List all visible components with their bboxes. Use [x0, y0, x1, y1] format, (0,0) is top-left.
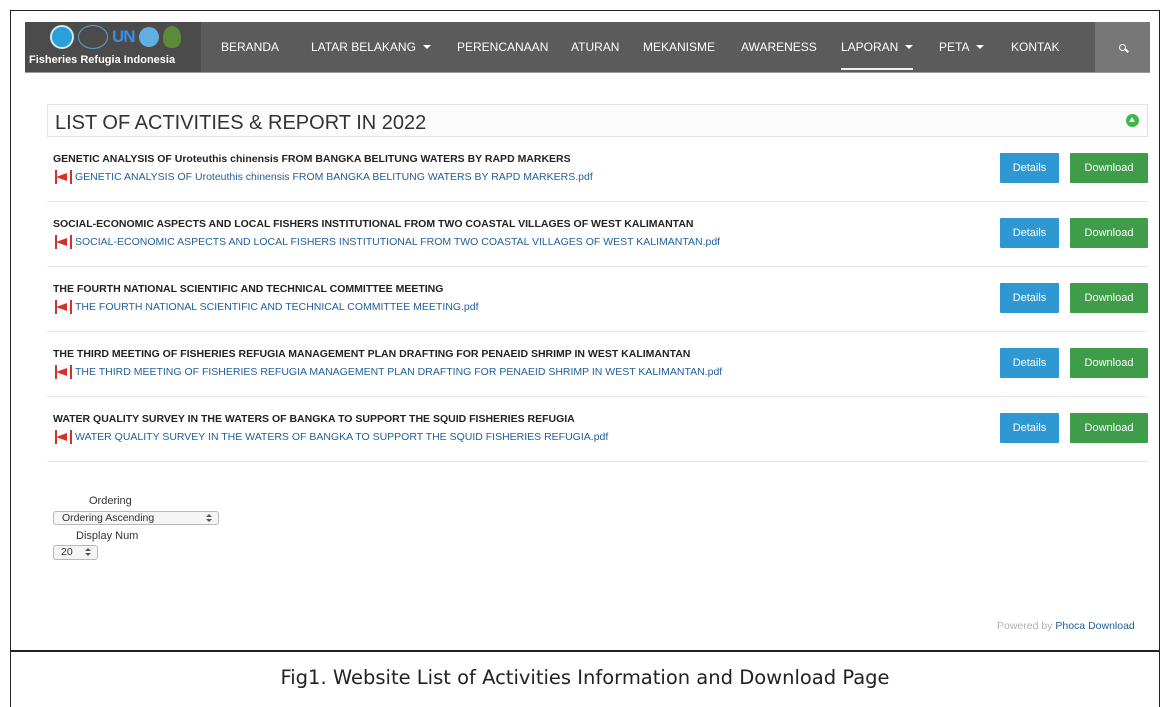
pdf-file-icon: [54, 299, 72, 315]
file-title: SOCIAL-ECONOMIC ASPECTS AND LOCAL FISHER…: [53, 218, 694, 230]
download-button[interactable]: Download: [1070, 218, 1148, 248]
pdf-file-icon: [54, 169, 72, 185]
nav-item-aturan[interactable]: ATURAN: [571, 22, 619, 72]
page-title: LIST OF ACTIVITIES & REPORT IN 2022: [55, 112, 427, 134]
nav-item-label: LAPORAN: [841, 40, 899, 54]
file-title: GENETIC ANALYSIS OF Uroteuthis chinensis…: [53, 153, 571, 165]
caret-down-icon: [422, 45, 431, 49]
pdf-file-icon: [54, 234, 72, 250]
nav-item-label: AWARENESS: [741, 40, 817, 54]
unep-logo-icon: UN: [112, 27, 136, 46]
download-button[interactable]: Download: [1070, 153, 1148, 183]
nav-item-peta[interactable]: PETA: [939, 22, 985, 72]
nav-item-label: ATURAN: [571, 40, 620, 54]
details-button[interactable]: Details: [1000, 348, 1059, 378]
nav-item-perencanaan[interactable]: PERENCANAAN: [457, 22, 548, 72]
ordering-select-value: Ordering Ascending: [62, 512, 155, 524]
details-button[interactable]: Details: [1000, 218, 1059, 248]
file-row: GENETIC ANALYSIS OF Uroteuthis chinensis…: [47, 137, 1148, 202]
details-button[interactable]: Details: [1000, 153, 1059, 183]
logo-badges: UN: [50, 25, 181, 49]
caption-divider: [10, 650, 1160, 652]
pdf-file-icon: [54, 364, 72, 380]
file-link-group: GENETIC ANALYSIS OF Uroteuthis chinensis…: [54, 169, 593, 185]
un-emblem-icon: [138, 27, 159, 47]
file-title: THE THIRD MEETING OF FISHERIES REFUGIA M…: [53, 348, 691, 360]
phoca-download-link[interactable]: Phoca Download: [1055, 620, 1134, 632]
file-link-group: THE THIRD MEETING OF FISHERIES REFUGIA M…: [54, 364, 722, 380]
nav-item-label: PERENCANAAN: [457, 40, 549, 54]
download-button[interactable]: Download: [1070, 348, 1148, 378]
display-num-value: 20: [61, 546, 73, 558]
file-row: SOCIAL-ECONOMIC ASPECTS AND LOCAL FISHER…: [47, 202, 1148, 267]
display-num-label: Display Num: [76, 530, 139, 542]
file-row: THE FOURTH NATIONAL SCIENTIFIC AND TECHN…: [47, 267, 1148, 332]
nav-item-mekanisme[interactable]: MEKANISME: [643, 22, 715, 72]
nav-item-label: KONTAK: [1011, 40, 1060, 54]
nav-item-label: LATAR BELAKANG: [311, 40, 416, 54]
nav-item-label: BERANDA: [221, 40, 280, 54]
nav-item-kontak[interactable]: KONTAK: [1011, 22, 1059, 72]
figure-caption: Fig1. Website List of Activities Informa…: [280, 666, 890, 689]
file-title: THE FOURTH NATIONAL SCIENTIFIC AND TECHN…: [53, 283, 444, 295]
file-row: WATER QUALITY SURVEY IN THE WATERS OF BA…: [47, 397, 1148, 462]
download-button[interactable]: Download: [1070, 413, 1148, 443]
file-link-group: WATER QUALITY SURVEY IN THE WATERS OF BA…: [54, 429, 608, 445]
search-icon: [1119, 43, 1126, 51]
nav-item-laporan[interactable]: LAPORAN: [841, 22, 914, 72]
powered-by-prefix: Powered by: [997, 620, 1053, 632]
file-link[interactable]: WATER QUALITY SURVEY IN THE WATERS OF BA…: [75, 431, 608, 443]
seafdec-logo-icon: [50, 25, 74, 49]
select-arrows-icon: [206, 514, 212, 523]
details-button[interactable]: Details: [1000, 283, 1059, 313]
nav-item-label: PETA: [939, 40, 970, 54]
file-title: WATER QUALITY SURVEY IN THE WATERS OF BA…: [53, 413, 575, 425]
nav-item-latar-belakang[interactable]: LATAR BELAKANG: [311, 22, 431, 72]
gef-logo-icon: [162, 26, 181, 48]
arrow-up-circle-icon[interactable]: [1126, 114, 1139, 127]
ordering-select[interactable]: Ordering Ascending: [53, 511, 219, 525]
display-num-select[interactable]: 20: [53, 545, 98, 560]
file-link[interactable]: GENETIC ANALYSIS OF Uroteuthis chinensis…: [75, 171, 593, 183]
nav-item-awareness[interactable]: AWARENESS: [741, 22, 817, 72]
file-link-group: THE FOURTH NATIONAL SCIENTIFIC AND TECHN…: [54, 299, 479, 315]
pdf-file-icon: [54, 429, 72, 445]
file-link[interactable]: THE FOURTH NATIONAL SCIENTIFIC AND TECHN…: [75, 301, 479, 313]
caret-down-icon: [905, 45, 914, 49]
file-link[interactable]: THE THIRD MEETING OF FISHERIES REFUGIA M…: [75, 366, 722, 378]
file-link-group: SOCIAL-ECONOMIC ASPECTS AND LOCAL FISHER…: [54, 234, 720, 250]
nav-item-beranda[interactable]: BERANDA: [221, 22, 279, 72]
top-navbar: UN Fisheries Refugia Indonesia BERANDA LA…: [25, 22, 1150, 72]
ordering-label: Ordering: [89, 495, 132, 507]
select-arrows-icon: [85, 548, 91, 557]
details-button[interactable]: Details: [1000, 413, 1059, 443]
file-row: THE THIRD MEETING OF FISHERIES REFUGIA M…: [47, 332, 1148, 397]
partner-logo-icon: [78, 25, 108, 49]
search-button[interactable]: [1095, 22, 1150, 72]
site-name: Fisheries Refugia Indonesia: [29, 54, 176, 66]
powered-by: Powered by Phoca Download: [997, 620, 1135, 632]
caret-down-icon: [976, 45, 985, 49]
file-link[interactable]: SOCIAL-ECONOMIC ASPECTS AND LOCAL FISHER…: [75, 236, 720, 248]
navbar-underline: [25, 72, 1150, 73]
section-header: LIST OF ACTIVITIES & REPORT IN 2022: [47, 104, 1148, 137]
download-button[interactable]: Download: [1070, 283, 1148, 313]
nav-item-label: MEKANISME: [643, 40, 716, 54]
site-logo[interactable]: UN Fisheries Refugia Indonesia: [25, 22, 201, 72]
